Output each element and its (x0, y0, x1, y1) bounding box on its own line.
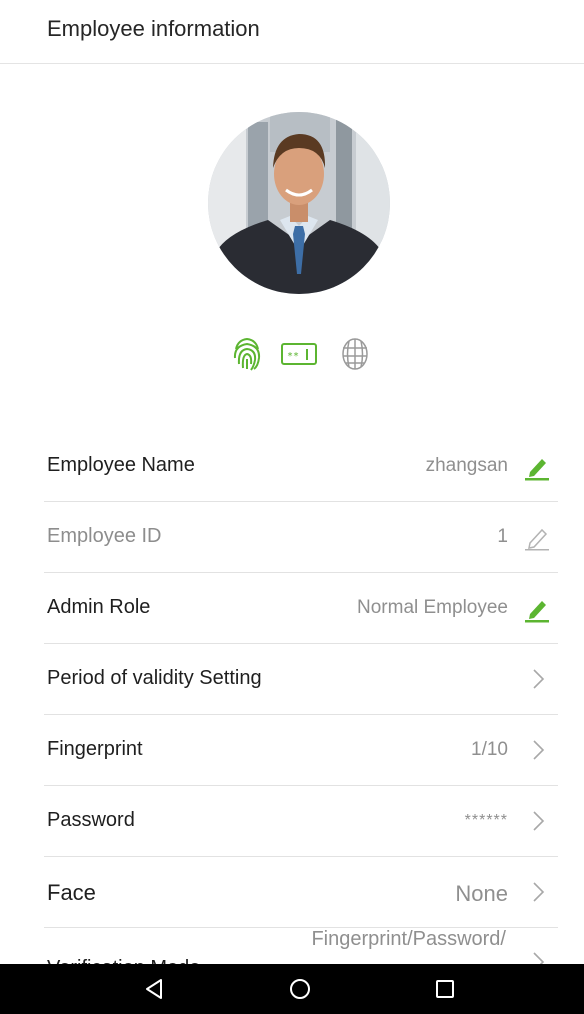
employee-name-row[interactable]: Employee Name zhangsan (44, 431, 558, 502)
fingerprint-label: Fingerprint (47, 738, 143, 760)
face-row[interactable]: Face None (44, 857, 558, 928)
fingerprint-count: 1/10 (471, 739, 508, 760)
admin-role-row[interactable]: Admin Role Normal Employee (44, 573, 558, 644)
chevron-right-icon (532, 880, 546, 904)
validity-period-row[interactable]: Period of validity Setting (44, 644, 558, 715)
employee-id-label: Employee ID (47, 525, 162, 547)
password-label: Password (47, 809, 135, 831)
edit-disabled-icon (522, 523, 552, 553)
admin-role-label: Admin Role (47, 596, 151, 618)
face-label: Face (47, 880, 96, 905)
system-navigation-bar (0, 964, 584, 1014)
password-icon: ** (280, 336, 317, 372)
home-icon[interactable] (285, 975, 315, 1003)
employee-id-row: Employee ID 1 (44, 502, 558, 573)
password-value: ****** (464, 812, 508, 829)
edit-icon[interactable] (522, 594, 552, 624)
employee-id-value: 1 (497, 526, 508, 547)
avatar[interactable] (208, 112, 390, 294)
validity-period-label: Period of validity Setting (47, 667, 262, 689)
app-header: Employee information (0, 0, 584, 64)
password-row[interactable]: Password ****** (44, 786, 558, 857)
employee-name-value: zhangsan (425, 455, 508, 476)
fingerprint-row[interactable]: Fingerprint 1/10 (44, 715, 558, 786)
fingerprint-icon (230, 336, 264, 372)
back-icon[interactable] (140, 975, 170, 1003)
chevron-right-icon (532, 809, 546, 833)
employee-fields-list: Employee Name zhangsan Employee ID 1 Adm… (44, 431, 558, 1008)
face-icon (339, 336, 373, 372)
recents-icon[interactable] (430, 975, 460, 1003)
face-value: None (455, 881, 508, 906)
edit-icon[interactable] (522, 452, 552, 482)
page-title: Employee information (47, 16, 260, 41)
admin-role-value: Normal Employee (357, 597, 508, 618)
verification-methods: ** (0, 336, 584, 376)
employee-name-label: Employee Name (47, 454, 195, 476)
verification-mode-value: Fingerprint/Password/ (311, 928, 506, 950)
chevron-right-icon (532, 667, 546, 691)
svg-text:**: ** (287, 351, 299, 362)
chevron-right-icon (532, 738, 546, 762)
